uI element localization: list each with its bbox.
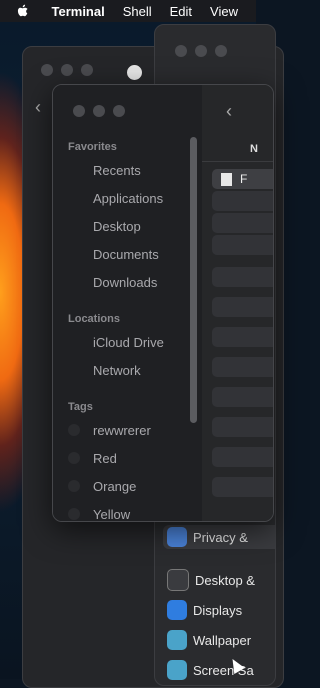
cloud-icon [68,335,84,349]
sidebar-item-network[interactable]: Network [68,360,141,380]
file-row[interactable] [212,477,273,497]
download-icon [68,275,84,289]
finder-sidebar: Favorites Recents Applications Desktop D… [53,85,202,521]
traffic-lights [175,45,227,57]
sidebar-item-icloud-drive[interactable]: iCloud Drive [68,332,164,352]
settings-item-wallpaper[interactable]: Wallpaper [167,628,275,652]
apple-logo-icon[interactable] [16,3,30,19]
file-row[interactable] [212,387,273,407]
file-row[interactable]: F [212,169,273,189]
file-row[interactable] [212,191,273,211]
hand-icon [167,527,187,547]
file-row[interactable] [212,297,273,317]
settings-item-desktop[interactable]: Desktop & [167,568,275,592]
close-button[interactable] [175,45,187,57]
tags-heading: Tags [68,401,93,413]
settings-item-label: Screen Sa [193,662,254,678]
zoom-button[interactable] [81,64,93,76]
settings-item-privacy[interactable]: Privacy & [163,525,275,549]
tag-dot-icon [68,480,80,492]
minimize-button[interactable] [61,64,73,76]
minimize-button[interactable] [195,45,207,57]
desktop-icon [68,219,84,233]
sidebar-item-downloads[interactable]: Downloads [68,272,157,292]
finder-file-list: ‹ N F [202,85,273,521]
favorites-heading: Favorites [68,141,117,153]
settings-item-screensaver[interactable]: Screen Sa [167,658,275,682]
network-icon [68,363,84,377]
zoom-button[interactable] [113,105,125,117]
traffic-lights [41,64,93,76]
wallpaper-icon [167,630,187,650]
sidebar-scrollbar[interactable] [190,137,197,423]
minimize-button[interactable] [93,105,105,117]
sidebar-tag-yellow[interactable]: Yellow [68,504,130,521]
document-icon [221,172,232,186]
sidebar-item-desktop[interactable]: Desktop [68,216,141,236]
file-row[interactable] [212,447,273,467]
close-button[interactable] [73,105,85,117]
back-arrow-icon[interactable]: ‹ [35,97,41,118]
sidebar-tag-red[interactable]: Red [68,448,117,468]
file-row[interactable] [212,267,273,287]
menu-view[interactable]: View [210,4,238,19]
sidebar-item-applications[interactable]: Applications [68,188,163,208]
dock-icon [167,569,189,591]
menu-shell[interactable]: Shell [123,4,152,19]
sidebar-tag-rewwrerer[interactable]: rewwrerer [68,420,151,440]
traffic-lights [73,105,125,117]
file-row[interactable] [212,213,273,233]
menu-edit[interactable]: Edit [170,4,192,19]
finder-window: Favorites Recents Applications Desktop D… [52,84,274,522]
settings-item-label: Displays [193,602,243,618]
github-icon [127,65,142,80]
column-header-name[interactable]: N [202,139,273,162]
locations-heading: Locations [68,313,120,325]
sun-icon [167,600,187,620]
screensaver-icon [167,660,187,680]
back-arrow-icon[interactable]: ‹ [226,101,232,122]
settings-item-label: Desktop & [195,572,255,588]
settings-item-label: Privacy & [193,529,248,545]
tag-dot-icon [68,452,80,464]
applications-icon [68,191,84,205]
settings-item-displays[interactable]: Displays [167,598,275,622]
zoom-button[interactable] [215,45,227,57]
settings-item-label: Wallpaper [193,632,252,648]
document-icon [68,247,84,261]
tag-dot-icon [68,508,80,520]
clock-icon [68,163,84,177]
file-row[interactable] [212,327,273,347]
sidebar-item-documents[interactable]: Documents [68,244,159,264]
menu-bar: Terminal Shell Edit View [0,0,256,22]
menu-terminal[interactable]: Terminal [52,4,105,19]
file-row[interactable] [212,357,273,377]
sidebar-tag-orange[interactable]: Orange [68,476,136,496]
file-row[interactable] [212,235,273,255]
sidebar-item-recents[interactable]: Recents [68,160,141,180]
close-button[interactable] [41,64,53,76]
tag-dot-icon [68,424,80,436]
file-row[interactable] [212,417,273,437]
